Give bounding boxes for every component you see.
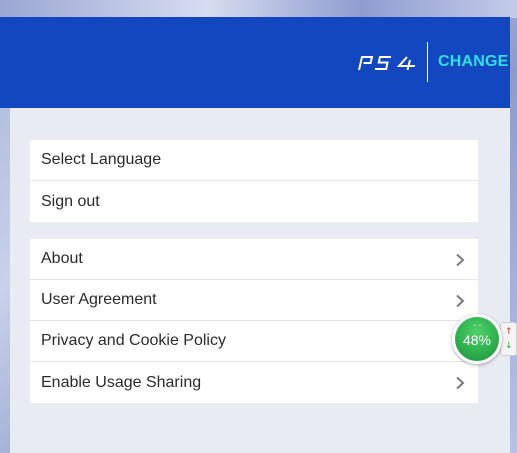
user-agreement-item[interactable]: User Agreement	[30, 280, 478, 321]
ps4-logo	[358, 56, 415, 71]
user-agreement-label: User Agreement	[41, 291, 157, 308]
about-label: About	[41, 250, 83, 267]
speed-ring: • • 48%	[452, 314, 502, 364]
select-language-label: Select Language	[41, 151, 162, 168]
chevron-right-icon	[456, 294, 465, 308]
change-platform-button[interactable]: CHANGE	[438, 53, 509, 71]
speed-dots: • •	[474, 323, 482, 329]
chevron-right-icon	[456, 376, 465, 390]
enable-usage-sharing-item[interactable]: Enable Usage Sharing	[30, 362, 478, 403]
select-language-item[interactable]: Select Language	[30, 140, 478, 181]
download-arrow-icon: ↓	[505, 341, 513, 351]
background-image	[0, 0, 517, 18]
network-speed-widget[interactable]: ↑ ↓ • • 48%	[452, 314, 517, 366]
chevron-right-icon	[456, 253, 465, 267]
account-menu-card: Select Language Sign out	[30, 140, 478, 222]
header-bar	[0, 17, 510, 108]
speed-arrows-tab: ↑ ↓	[500, 322, 517, 356]
privacy-cookie-policy-label: Privacy and Cookie Policy	[41, 332, 226, 349]
about-item[interactable]: About	[30, 239, 478, 280]
sign-out-label: Sign out	[41, 192, 100, 210]
privacy-cookie-policy-item[interactable]: Privacy and Cookie Policy	[30, 321, 478, 362]
sign-out-item[interactable]: Sign out	[30, 181, 478, 222]
enable-usage-sharing-label: Enable Usage Sharing	[41, 373, 202, 391]
upload-arrow-icon: ↑	[505, 327, 513, 337]
speed-indicator: • • 48%	[455, 317, 499, 361]
info-menu-card: About User Agreement Privacy and Cookie …	[30, 239, 478, 403]
speed-percent-label: 48%	[462, 332, 492, 348]
header-divider	[427, 42, 428, 82]
